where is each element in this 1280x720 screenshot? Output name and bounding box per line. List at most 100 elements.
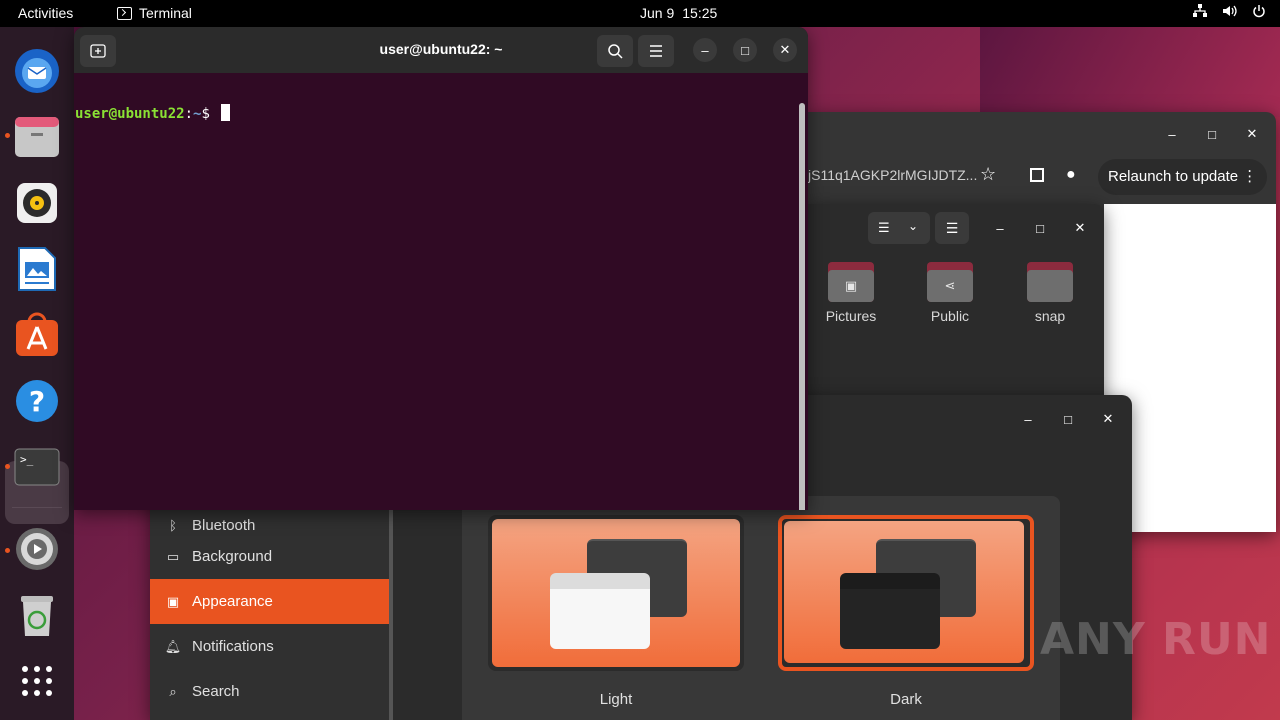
theme-label: Dark: [890, 691, 922, 708]
close-button[interactable]: ✕: [773, 38, 797, 62]
sidebar-item-search[interactable]: ⌕ Search: [150, 669, 392, 714]
top-bar: Activities Terminal Jun 9 15:25: [0, 0, 1280, 27]
minimize-button[interactable]: –: [1016, 407, 1040, 431]
theme-frame: [488, 515, 744, 671]
relaunch-button[interactable]: Relaunch to update ⋮: [1098, 159, 1268, 195]
app-name: Terminal: [139, 5, 192, 21]
rhythmbox-icon[interactable]: [13, 179, 61, 227]
folder-label: snap: [1034, 308, 1066, 324]
settings-sidebar: ᛒ Bluetooth ▭ Background ▣ Appearance 🔔︎…: [150, 510, 392, 720]
side-panel-icon[interactable]: [1030, 168, 1044, 182]
wallpaper-shape: [980, 27, 1280, 117]
bell-icon: 🔔︎: [164, 638, 182, 654]
minimize-button[interactable]: –: [988, 216, 1012, 240]
files-window: ☰ ⌄ ☰ – □ ✕ ▣ Pictures ⋖ Public snap: [808, 204, 1104, 410]
sidebar-item-label: Appearance: [192, 593, 273, 610]
profile-icon[interactable]: ●: [1066, 166, 1076, 184]
close-button[interactable]: ✕: [1096, 407, 1120, 431]
sidebar-item-label: Notifications: [192, 638, 274, 655]
show-apps-icon[interactable]: [13, 657, 61, 705]
thunderbird-icon[interactable]: [13, 47, 61, 95]
sidebar-item-label: Bluetooth: [192, 517, 256, 534]
search-icon: [608, 44, 623, 59]
folder-pictures[interactable]: ▣ Pictures: [821, 262, 881, 324]
settings-icon[interactable]: [13, 525, 61, 573]
clock[interactable]: Jun 9 15:25: [640, 5, 725, 21]
folder-public[interactable]: ⋖ Public: [920, 262, 980, 324]
trash-icon[interactable]: [13, 591, 61, 639]
theme-label: Light: [599, 691, 633, 708]
theme-option-light[interactable]: Light: [488, 515, 744, 708]
bookmark-star-icon[interactable]: ☆: [980, 164, 996, 185]
prompt-user: user@ubuntu22: [75, 106, 185, 122]
search-icon: ⌕: [169, 683, 177, 699]
search-button[interactable]: [597, 35, 633, 67]
prompt-symbol: $: [201, 106, 210, 122]
terminal-window: user@ubuntu22: ~ – □ ✕ user@ubuntu22:~$: [74, 27, 808, 510]
hamburger-icon: [650, 45, 662, 57]
menu-button[interactable]: [638, 35, 674, 67]
list-view-icon: ☰: [878, 220, 890, 235]
folder-icon: [1027, 262, 1073, 302]
light-theme-preview: [492, 519, 740, 667]
power-icon: [1252, 4, 1266, 21]
running-indicator: [5, 464, 10, 469]
folder-snap[interactable]: snap: [1020, 262, 1080, 324]
view-toggle-button[interactable]: ☰ ⌄: [868, 212, 930, 244]
sidebar-item-appearance[interactable]: ▣ Appearance: [150, 579, 392, 624]
terminal-header: user@ubuntu22: ~ – □ ✕: [74, 27, 808, 73]
cursor: [221, 104, 231, 121]
sidebar-item-label: Background: [192, 548, 273, 565]
menu-icon[interactable]: ☰: [935, 212, 969, 244]
close-button[interactable]: ✕: [1068, 216, 1092, 240]
share-icon: ⋖: [927, 262, 973, 302]
svg-text:?: ?: [29, 385, 45, 418]
network-icon: [1192, 4, 1208, 21]
maximize-button[interactable]: □: [733, 38, 757, 62]
minimize-button[interactable]: –: [1160, 122, 1184, 146]
app-center-icon[interactable]: [13, 311, 61, 359]
folder-label: Pictures: [825, 308, 877, 324]
minimize-button[interactable]: –: [693, 38, 717, 62]
folder-label: Public: [930, 308, 970, 324]
maximize-button[interactable]: □: [1028, 216, 1052, 240]
help-icon[interactable]: ?: [13, 377, 61, 425]
running-indicator: [5, 133, 10, 138]
sidebar-item-notifications[interactable]: 🔔︎ Notifications: [150, 624, 392, 669]
terminal-icon[interactable]: >_: [13, 443, 61, 491]
sidebar-item-label: Search: [192, 683, 240, 700]
terminal-scrollbar[interactable]: [799, 103, 805, 510]
libreoffice-writer-icon[interactable]: [13, 245, 61, 293]
volume-icon: [1222, 4, 1238, 21]
system-status[interactable]: [1192, 4, 1266, 21]
pictures-icon: ▣: [828, 262, 874, 302]
clock-time: 15:25: [682, 5, 718, 21]
terminal-icon: [117, 6, 132, 20]
dock: ? >_: [0, 27, 74, 720]
bluetooth-icon: ᛒ: [169, 518, 177, 533]
files-icon[interactable]: [13, 113, 61, 161]
close-button[interactable]: ✕: [1240, 122, 1264, 146]
theme-option-dark[interactable]: Dark: [778, 515, 1034, 708]
chevron-down-icon: ⌄: [908, 219, 919, 233]
sidebar-item-background[interactable]: ▭ Background: [150, 534, 392, 579]
appearance-panel: Light Dark: [462, 496, 1060, 720]
background-icon: ▭: [166, 548, 180, 564]
maximize-button[interactable]: □: [1056, 407, 1080, 431]
clock-date: Jun 9: [640, 5, 675, 21]
appearance-icon: ▣: [166, 593, 180, 609]
relaunch-label: Relaunch to update: [1108, 168, 1239, 185]
chrome-toolbar: jS11q1AGKP2lrMGIJDTZ... ☆ ● Relaunch to …: [808, 154, 1276, 200]
activities-button[interactable]: Activities: [18, 5, 73, 21]
app-menu[interactable]: Terminal: [117, 5, 192, 21]
sidebar-scrollbar[interactable]: [389, 510, 393, 720]
terminal-prompt[interactable]: user@ubuntu22:~$: [75, 104, 231, 122]
svg-text:>_: >_: [20, 453, 34, 466]
maximize-button[interactable]: □: [1200, 122, 1224, 146]
running-indicator: [5, 548, 10, 553]
watermark-text: ANY RUN: [1040, 614, 1272, 665]
dark-theme-preview: [784, 521, 1024, 663]
watermark: ANY RUN: [1040, 614, 1272, 665]
theme-frame-selected: [778, 515, 1034, 671]
url-bar[interactable]: jS11q1AGKP2lrMGIJDTZ...: [808, 167, 977, 183]
